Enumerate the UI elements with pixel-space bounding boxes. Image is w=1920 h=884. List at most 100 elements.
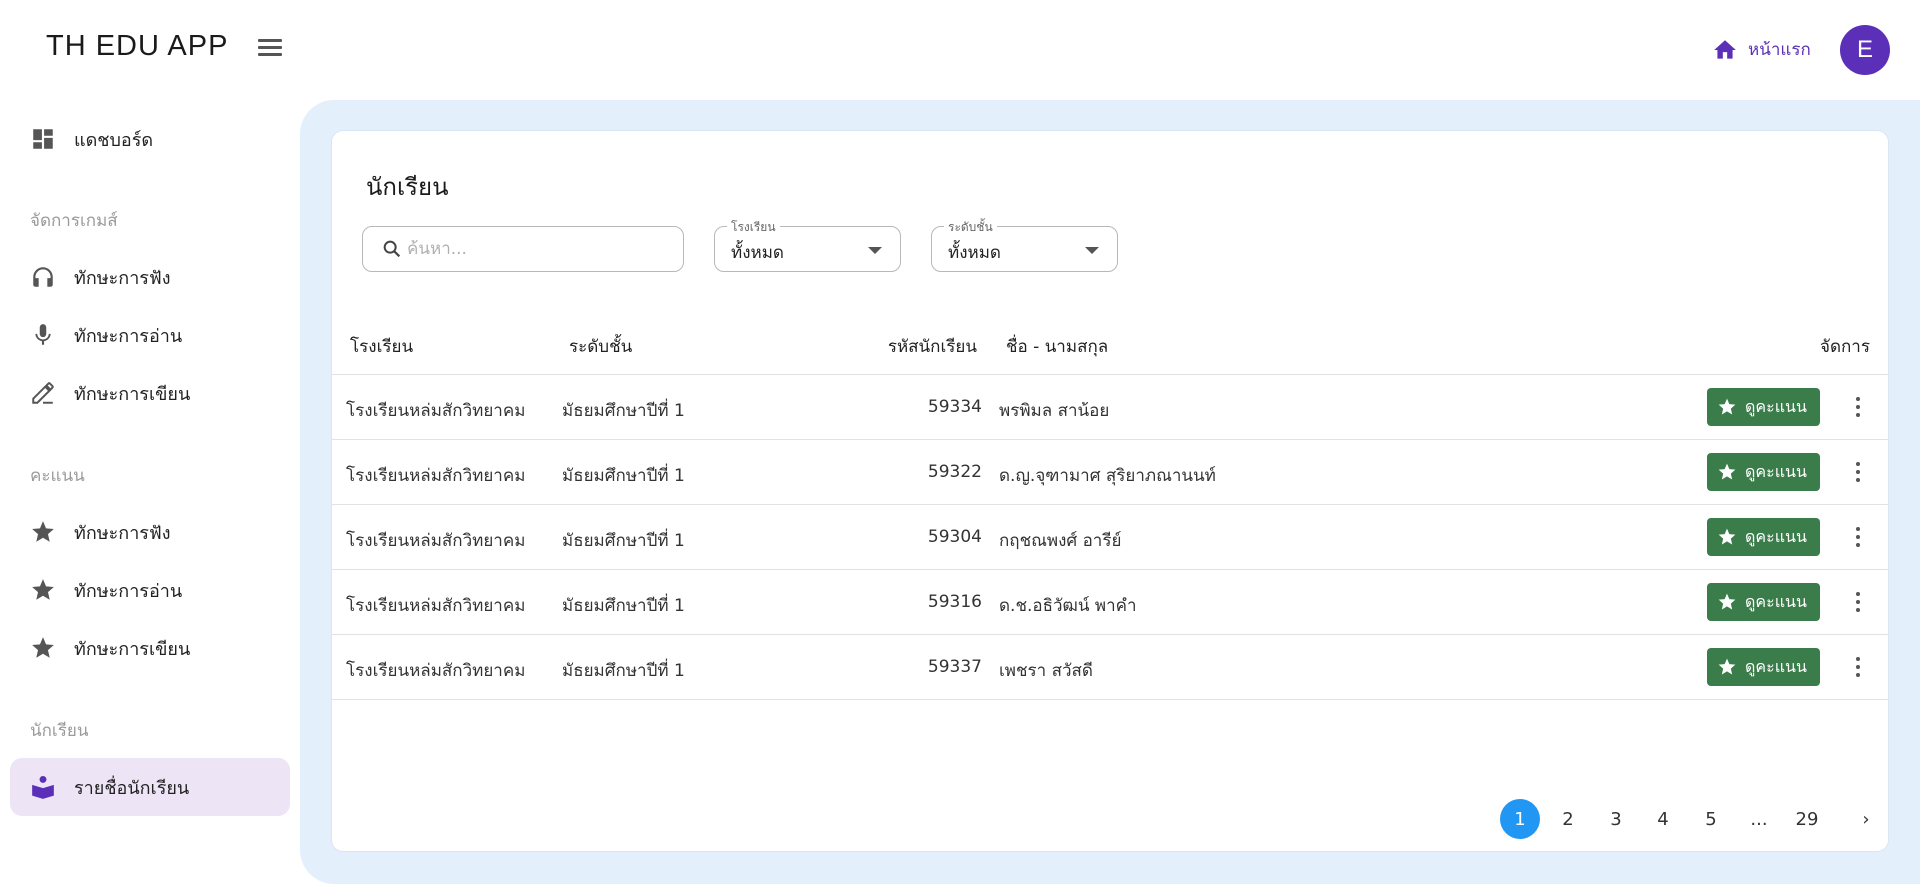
star-icon [1717, 657, 1745, 677]
cell-school: โรงเรียนหล่มสักวิทยาคม [346, 531, 526, 551]
home-icon [1714, 39, 1736, 59]
home-link-label: หน้าแรก [1748, 40, 1811, 60]
app-title: TH EDU APP [46, 30, 229, 62]
star-icon [30, 577, 56, 603]
sidebar-item-game-reading[interactable]: ทักษะการอ่าน [10, 306, 290, 364]
cell-school: โรงเรียนหล่มสักวิทยาคม [346, 596, 526, 616]
column-header-student-id[interactable]: รหัสนักเรียน [877, 333, 977, 360]
section-title-scores: คะแนน [30, 466, 85, 486]
column-header-actions: จัดการ [1820, 337, 1870, 357]
school-filter-select[interactable]: โรงเรียน ทั้งหมด [714, 218, 901, 272]
sidebar-item-label: ทักษะการเขียน [74, 383, 191, 405]
cell-level: มัธยมศึกษาปีที่ 1 [562, 466, 685, 486]
cell-student-id: 59304 [927, 527, 982, 547]
level-filter-value: ทั้งหมด [948, 243, 1001, 263]
more-options-icon[interactable] [1847, 653, 1869, 681]
page-button[interactable]: 3 [1596, 799, 1636, 839]
view-score-button[interactable]: ดูคะแนน [1707, 518, 1820, 556]
table-row: โรงเรียนหล่มสักวิทยาคม มัธยมศึกษาปีที่ 1 5… [332, 375, 1888, 440]
more-options-icon[interactable] [1847, 458, 1869, 486]
cell-student-id: 59322 [927, 462, 982, 482]
sidebar-item-dashboard[interactable]: แดชบอร์ด [10, 110, 290, 168]
page-button[interactable]: 1 [1500, 799, 1540, 839]
cell-student-id: 59316 [927, 592, 982, 612]
cell-student-id: 59337 [927, 657, 982, 677]
search-icon [383, 240, 401, 258]
view-score-label: ดูคะแนน [1745, 396, 1807, 416]
sidebar-item-game-writing[interactable]: ทักษะการเขียน [10, 364, 290, 422]
pagination: ‹ 12345...29 › [332, 799, 1888, 843]
pagination-ellipsis: ... [1750, 808, 1768, 830]
sidebar-item-label: แดชบอร์ด [74, 129, 154, 151]
table-row: โรงเรียนหล่มสักวิทยาคม มัธยมศึกษาปีที่ 1 5… [332, 440, 1888, 505]
column-header-level[interactable]: ระดับชั้น [569, 333, 632, 360]
page-button[interactable]: 5 [1691, 799, 1731, 839]
view-score-label: ดูคะแนน [1745, 656, 1807, 676]
page-button[interactable]: 29 [1787, 799, 1827, 839]
sidebar-item-label: ทักษะการอ่าน [74, 580, 183, 602]
cell-level: มัธยมศึกษาปีที่ 1 [562, 531, 685, 551]
column-header-school[interactable]: โรงเรียน [350, 333, 413, 360]
cell-level: มัธยมศึกษาปีที่ 1 [562, 401, 685, 421]
star-icon [30, 519, 56, 545]
menu-icon[interactable] [256, 36, 284, 64]
sidebar: แดชบอร์ด จัดการเกมส์ ทักษะการฟัง ทักษะกา… [0, 100, 300, 884]
star-icon [30, 635, 56, 661]
sidebar-item-score-writing[interactable]: ทักษะการเขียน [10, 619, 290, 677]
table-row: โรงเรียนหล่มสักวิทยาคม มัธยมศึกษาปีที่ 1 5… [332, 505, 1888, 570]
more-options-icon[interactable] [1847, 588, 1869, 616]
star-icon [1717, 397, 1745, 417]
next-page-icon[interactable]: › [1846, 799, 1886, 839]
page-button[interactable]: 4 [1643, 799, 1683, 839]
view-score-label: ดูคะแนน [1745, 526, 1807, 546]
view-score-label: ดูคะแนน [1745, 591, 1807, 611]
view-score-label: ดูคะแนน [1745, 461, 1807, 481]
sidebar-item-label: รายชื่อนักเรียน [74, 777, 190, 799]
cell-name: ด.ช.อธิวัฒน์ พาคำ [999, 596, 1137, 616]
cell-school: โรงเรียนหล่มสักวิทยาคม [346, 661, 526, 681]
student-book-icon [30, 774, 56, 800]
cell-level: มัธยมศึกษาปีที่ 1 [562, 596, 685, 616]
cell-school: โรงเรียนหล่มสักวิทยาคม [346, 401, 526, 421]
search-input[interactable] [407, 239, 667, 259]
star-icon [1717, 462, 1745, 482]
sidebar-item-score-listening[interactable]: ทักษะการฟัง [10, 503, 290, 561]
cell-student-id: 59334 [927, 397, 982, 417]
view-score-button[interactable]: ดูคะแนน [1707, 388, 1820, 426]
cell-name: กฤชณพงศ์ อารีย์ [999, 531, 1122, 551]
level-filter-select[interactable]: ระดับชั้น ทั้งหมด [931, 218, 1118, 272]
search-box[interactable] [362, 226, 684, 272]
column-header-name[interactable]: ชื่อ - นามสกุล [1006, 333, 1108, 360]
home-link[interactable]: หน้าแรก [1712, 36, 1811, 63]
cell-school: โรงเรียนหล่มสักวิทยาคม [346, 466, 526, 486]
level-filter-label: ระดับชั้น [944, 218, 997, 237]
sidebar-item-label: ทักษะการเขียน [74, 638, 191, 660]
cell-name: พรพิมล สาน้อย [999, 401, 1110, 421]
sidebar-item-student-list[interactable]: รายชื่อนักเรียน [10, 758, 290, 816]
school-filter-value: ทั้งหมด [731, 243, 784, 263]
cell-level: มัธยมศึกษาปีที่ 1 [562, 661, 685, 681]
dashboard-icon [30, 126, 56, 152]
view-score-button[interactable]: ดูคะแนน [1707, 453, 1820, 491]
more-options-icon[interactable] [1847, 393, 1869, 421]
view-score-button[interactable]: ดูคะแนน [1707, 648, 1820, 686]
page-button[interactable]: 2 [1548, 799, 1588, 839]
star-icon [1717, 592, 1745, 612]
cell-name: เพชรา สวัสดี [999, 661, 1093, 681]
avatar[interactable]: E [1840, 25, 1890, 75]
view-score-button[interactable]: ดูคะแนน [1707, 583, 1820, 621]
sidebar-item-label: ทักษะการฟัง [74, 522, 171, 544]
table-header: โรงเรียน ระดับชั้น รหัสนักเรียน ชื่อ - น… [332, 311, 1888, 375]
caret-down-icon [1085, 247, 1099, 254]
sidebar-item-game-listening[interactable]: ทักษะการฟัง [10, 248, 290, 306]
section-title-games: จัดการเกมส์ [30, 211, 118, 231]
caret-down-icon [868, 247, 882, 254]
star-icon [1717, 527, 1745, 547]
top-bar: TH EDU APP หน้าแรก E [0, 0, 1920, 100]
school-filter-label: โรงเรียน [727, 218, 780, 237]
sidebar-item-score-reading[interactable]: ทักษะการอ่าน [10, 561, 290, 619]
more-options-icon[interactable] [1847, 523, 1869, 551]
microphone-icon [30, 322, 56, 348]
pen-icon [30, 380, 56, 406]
headphones-icon [30, 264, 56, 290]
